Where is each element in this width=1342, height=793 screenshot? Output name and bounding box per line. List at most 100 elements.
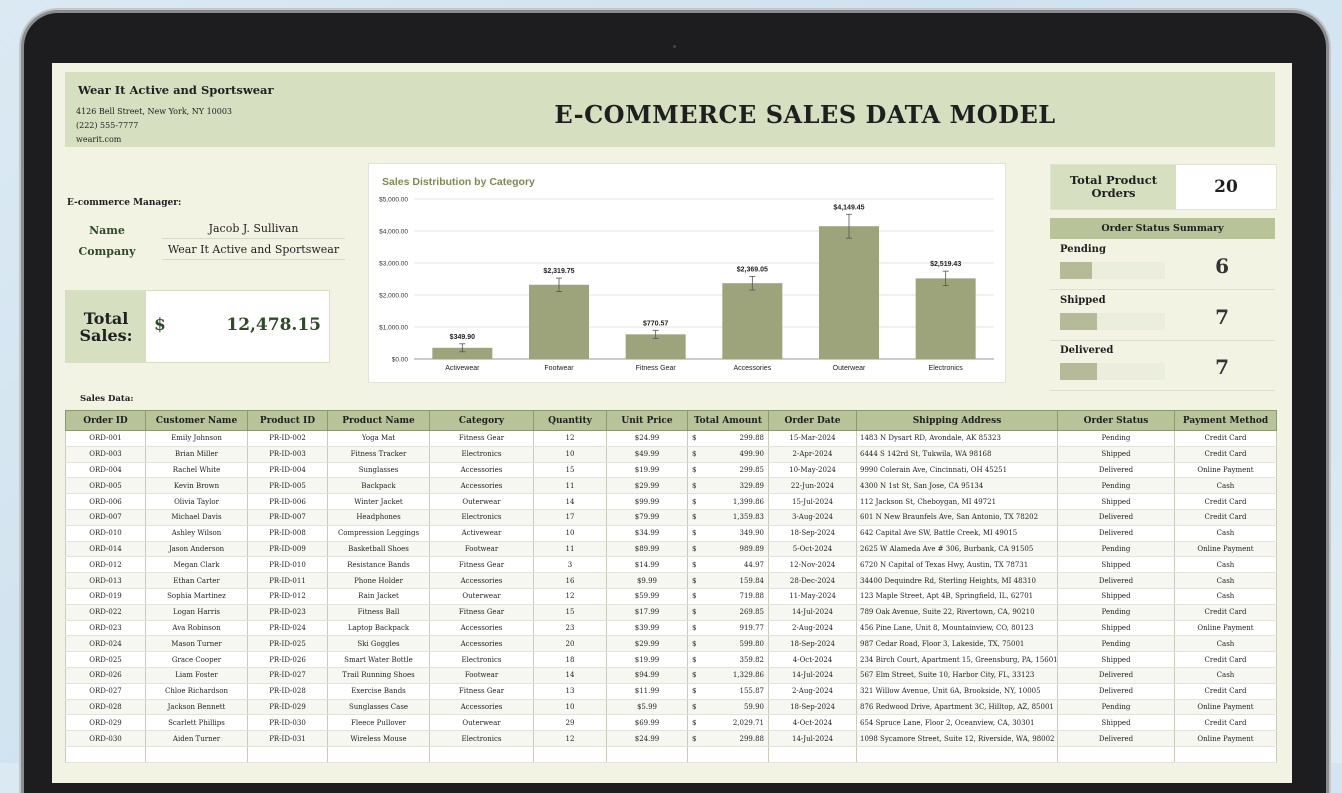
column-header[interactable]: Quantity <box>533 410 607 431</box>
table-cell[interactable]: ORD-030 <box>65 730 146 747</box>
table-cell[interactable]: 12 <box>533 730 607 747</box>
table-cell[interactable]: Electronics <box>429 509 534 526</box>
table-cell[interactable]: $29.99 <box>606 635 688 653</box>
table-cell[interactable]: ORD-024 <box>65 635 146 653</box>
table-cell[interactable]: Online Payment <box>1174 541 1277 558</box>
table-cell[interactable]: Pending <box>1057 699 1175 716</box>
table-cell[interactable]: $79.99 <box>606 509 688 526</box>
column-header[interactable]: Order ID <box>65 410 146 431</box>
table-cell[interactable]: ORD-014 <box>65 541 146 558</box>
table-cell[interactable]: Online Payment <box>1174 699 1277 716</box>
table-cell[interactable]: ORD-023 <box>65 620 146 637</box>
table-cell[interactable]: 11-May-2024 <box>768 588 857 605</box>
table-cell[interactable]: Outerwear <box>429 714 534 732</box>
table-cell[interactable]: 6444 S 142rd St, Tukwila, WA 98168 <box>856 446 1058 463</box>
table-cell[interactable]: ORD-010 <box>65 525 146 542</box>
table-cell[interactable]: PR-ID-012 <box>247 588 328 605</box>
table-cell[interactable]: Trail Running Shoes <box>327 667 430 684</box>
table-cell[interactable]: $719.88 <box>687 588 769 605</box>
total-sales-amount[interactable]: 12,478.15 <box>226 315 321 335</box>
table-cell[interactable]: Sophia Martinez <box>145 588 248 605</box>
column-header[interactable]: Unit Price <box>606 410 688 431</box>
column-header[interactable]: Customer Name <box>145 410 248 431</box>
table-cell[interactable]: Megan Clark <box>145 556 248 574</box>
table-cell[interactable]: $1,399.86 <box>687 493 769 510</box>
table-cell[interactable]: $499.90 <box>687 446 769 463</box>
table-cell[interactable]: Backpack <box>327 477 430 495</box>
table-cell[interactable]: Cash <box>1174 635 1277 653</box>
table-cell[interactable] <box>1174 746 1277 763</box>
table-cell[interactable]: $919.77 <box>687 620 769 637</box>
table-cell[interactable]: 567 Elm Street, Suite 10, Harbor City, F… <box>856 667 1058 684</box>
table-row[interactable]: ORD-029 Scarlett Phillips PR-ID-030 Fleece … <box>65 714 1277 732</box>
table-cell[interactable]: Pending <box>1057 541 1175 558</box>
table-cell[interactable]: $19.99 <box>606 462 688 479</box>
table-cell[interactable]: $299.85 <box>687 462 769 479</box>
table-cell[interactable]: Delivered <box>1057 525 1175 542</box>
table-cell[interactable]: 654 Spruce Lane, Floor 2, Oceanview, CA,… <box>856 714 1058 732</box>
table-cell[interactable]: $14.99 <box>606 556 688 574</box>
table-cell[interactable]: PR-ID-008 <box>247 525 328 542</box>
table-cell[interactable]: 20 <box>533 635 607 653</box>
table-cell[interactable]: ORD-006 <box>65 493 146 510</box>
column-header[interactable]: Shipping Address <box>856 410 1058 431</box>
table-cell[interactable]: $49.99 <box>606 446 688 463</box>
table-cell[interactable]: 18 <box>533 651 607 668</box>
table-cell[interactable]: 456 Pine Lane, Unit 8, Mountainview, CO,… <box>856 620 1058 637</box>
table-cell[interactable]: 123 Maple Street, Apt 4B, Springfield, I… <box>856 588 1058 605</box>
table-cell[interactable]: $1,329.86 <box>687 667 769 684</box>
table-cell[interactable]: Pending <box>1057 604 1175 621</box>
column-header[interactable]: Product ID <box>247 410 328 431</box>
table-cell[interactable]: $2,029.71 <box>687 714 769 732</box>
table-cell[interactable]: Shipped <box>1057 493 1175 510</box>
table-cell[interactable]: $1,359.83 <box>687 509 769 526</box>
table-cell[interactable]: Phone Holder <box>327 572 430 589</box>
table-cell[interactable]: 4-Oct-2024 <box>768 651 857 668</box>
table-cell[interactable]: Fleece Pullover <box>327 714 430 732</box>
table-cell[interactable]: ORD-019 <box>65 588 146 605</box>
table-row[interactable]: ORD-004 Rachel White PR-ID-004 Sunglasses Ac… <box>65 462 1277 479</box>
table-cell[interactable]: Ethan Carter <box>145 572 248 589</box>
table-cell[interactable]: Laptop Backpack <box>327 620 430 637</box>
table-cell[interactable]: 12-Nov-2024 <box>768 556 857 574</box>
table-cell[interactable] <box>1057 746 1175 763</box>
sales-chart[interactable]: Sales Distribution by Category $0.00 $1,00… <box>368 163 1006 383</box>
table-cell[interactable]: 14-Jul-2024 <box>768 604 857 621</box>
table-cell[interactable]: $69.99 <box>606 714 688 732</box>
table-cell[interactable]: 4-Oct-2024 <box>768 714 857 732</box>
table-cell[interactable]: $29.99 <box>606 477 688 495</box>
table-cell[interactable]: PR-ID-027 <box>247 667 328 684</box>
table-cell[interactable]: Wireless Mouse <box>327 730 430 747</box>
table-row[interactable]: ORD-010 Ashley Wilson PR-ID-008 Compression… <box>65 525 1277 542</box>
table-cell[interactable]: PR-ID-006 <box>247 493 328 510</box>
table-cell[interactable]: ORD-029 <box>65 714 146 732</box>
table-cell[interactable]: $17.99 <box>606 604 688 621</box>
table-cell[interactable]: 12 <box>533 588 607 605</box>
table-cell[interactable]: Shipped <box>1057 651 1175 668</box>
table-cell[interactable]: Electronics <box>429 446 534 463</box>
table-row[interactable]: ORD-005 Kevin Brown PR-ID-005 Backpack Acces… <box>65 477 1277 495</box>
table-cell[interactable]: Ashley Wilson <box>145 525 248 542</box>
table-cell[interactable]: $39.99 <box>606 620 688 637</box>
table-cell[interactable]: Smart Water Bottle <box>327 651 430 668</box>
table-cell[interactable] <box>768 746 857 763</box>
table-cell[interactable]: Activewear <box>429 525 534 542</box>
table-cell[interactable]: Pending <box>1057 477 1175 495</box>
table-cell[interactable]: 17 <box>533 509 607 526</box>
table-cell[interactable]: Accessories <box>429 572 534 589</box>
table-cell[interactable]: PR-ID-007 <box>247 509 328 526</box>
table-cell[interactable]: $24.99 <box>606 430 688 447</box>
table-cell[interactable]: 789 Oak Avenue, Suite 22, Rivertown, CA,… <box>856 604 1058 621</box>
table-cell[interactable]: Accessories <box>429 635 534 653</box>
table-cell[interactable]: Delivered <box>1057 667 1175 684</box>
table-cell[interactable]: PR-ID-009 <box>247 541 328 558</box>
table-cell[interactable]: Jason Anderson <box>145 541 248 558</box>
table-cell[interactable]: Yoga Mat <box>327 430 430 447</box>
table-cell[interactable]: Logan Harris <box>145 604 248 621</box>
table-cell[interactable]: Aiden Turner <box>145 730 248 747</box>
table-cell[interactable]: 15 <box>533 604 607 621</box>
table-cell[interactable]: 987 Cedar Road, Floor 3, Lakeside, TX, 7… <box>856 635 1058 653</box>
table-cell[interactable]: Fitness Gear <box>429 556 534 574</box>
table-cell[interactable]: Rachel White <box>145 462 248 479</box>
table-cell[interactable]: Sunglasses Case <box>327 699 430 716</box>
